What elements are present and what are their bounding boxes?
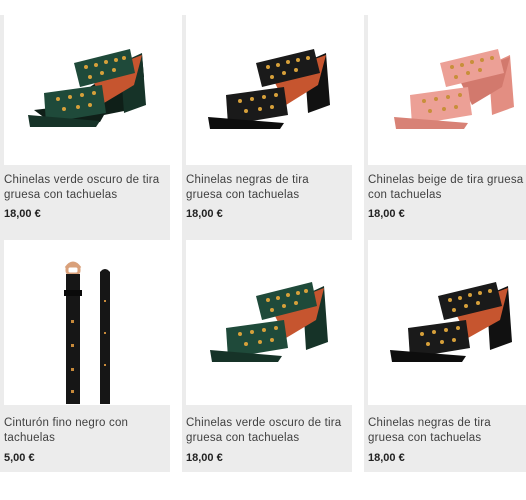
green-heel-sandal-icon [28,49,146,127]
product-price: 18,00 € [186,208,223,220]
product-card[interactable]: Chinelas negras de tira gruesa con tachu… [364,238,526,472]
product-name[interactable]: Chinelas beige de tira gruesa con tachue… [368,173,526,203]
product-price: 18,00 € [4,208,41,220]
product-card[interactable]: Chinelas verde oscuro de tira gruesa con… [0,15,170,249]
product-image[interactable] [186,15,352,165]
product-price: 18,00 € [368,208,405,220]
product-card[interactable]: Cinturón fino negro con tachuelas 5,00 € [0,238,170,472]
product-image[interactable] [368,15,526,165]
product-image[interactable] [368,240,526,405]
product-image[interactable] [4,240,170,405]
black-belt-icon [64,261,110,404]
product-name[interactable]: Chinelas verde oscuro de tira gruesa con… [4,173,164,203]
product-price: 5,00 € [4,452,35,464]
black-heel-sandal-icon [390,282,512,362]
product-price: 18,00 € [368,452,405,464]
product-image[interactable] [4,15,170,165]
product-card[interactable]: Chinelas negras de tira gruesa con tachu… [182,15,352,249]
product-image[interactable] [186,240,352,405]
product-card[interactable]: Chinelas beige de tira gruesa con tachue… [364,15,526,249]
product-name[interactable]: Chinelas negras de tira gruesa con tachu… [186,173,346,203]
product-name[interactable]: Chinelas negras de tira gruesa con tachu… [368,416,526,446]
product-price: 18,00 € [186,452,223,464]
product-name[interactable]: Chinelas verde oscuro de tira gruesa con… [186,416,346,446]
green-heel-sandal-icon [210,282,328,362]
beige-heel-sandal-icon [394,49,514,129]
black-heel-sandal-icon [208,49,330,129]
product-name[interactable]: Cinturón fino negro con tachuelas [4,416,164,446]
product-card[interactable]: Chinelas verde oscuro de tira gruesa con… [182,238,352,472]
product-grid: Chinelas verde oscuro de tira gruesa con… [0,0,526,500]
